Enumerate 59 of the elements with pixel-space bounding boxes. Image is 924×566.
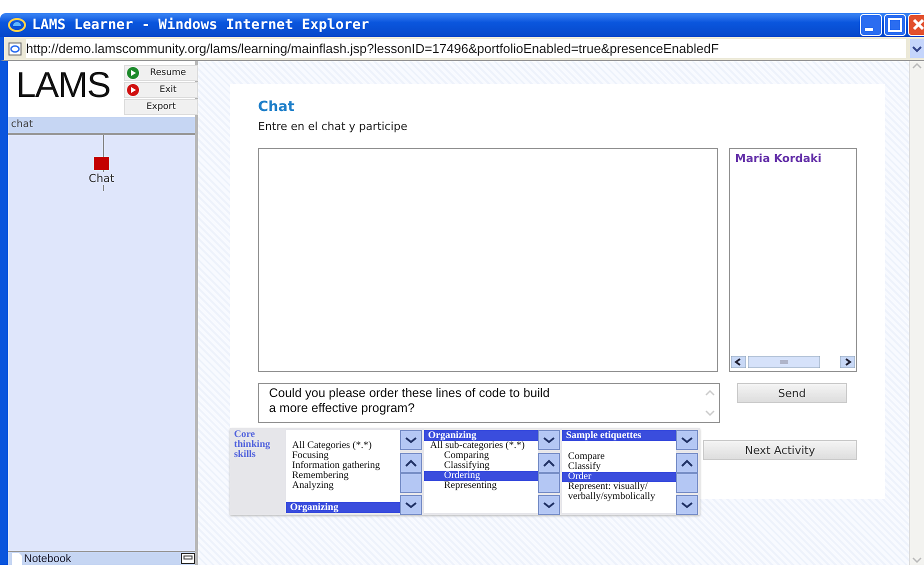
list-option[interactable]: All sub-categories (*.*) xyxy=(424,441,538,451)
activity-title: Chat xyxy=(258,99,296,115)
message-field[interactable]: Could you please order these lines of code to build a more effective program? xyxy=(258,383,720,423)
list-box[interactable]: Organizing All sub-categories (*.*) Comparing Classifying Ordering Representing xyxy=(424,430,538,513)
scroll-right-icon[interactable] xyxy=(840,356,855,368)
window-title: LAMS Learner - Windows Internet Explorer xyxy=(32,17,370,33)
scroll-left-icon[interactable] xyxy=(731,356,746,368)
scroll-down-icon[interactable] xyxy=(400,495,422,515)
user-name: Maria Kordaki xyxy=(735,152,823,165)
activity-label: Chat xyxy=(88,172,116,185)
dropdown-value[interactable]: Organizing xyxy=(286,502,400,513)
window-icon[interactable] xyxy=(181,553,195,564)
toolbar-button[interactable]: Exit xyxy=(124,82,198,98)
list-option[interactable]: Compare xyxy=(562,452,676,462)
browser-logo-icon xyxy=(8,17,26,33)
activity-node[interactable] xyxy=(94,157,109,170)
dropdown-value[interactable]: Organizing xyxy=(424,430,538,441)
list-box[interactable]: All Categories (*.*) Focusing Information gathering Remembering Analyzing Organizing xyxy=(286,430,400,513)
scroll-up-icon[interactable] xyxy=(400,453,422,473)
scrollbar-thumb[interactable] xyxy=(676,473,698,493)
list-option[interactable]: Information gathering xyxy=(286,461,400,471)
scroll-down-icon[interactable] xyxy=(676,495,698,515)
section-label: chat xyxy=(8,117,195,135)
instructions: Entre en el chat y participe xyxy=(258,120,408,133)
list-option[interactable]: Focusing xyxy=(286,451,400,461)
scroll-up-icon[interactable] xyxy=(676,453,698,473)
dropdown-value[interactable]: Sample etiquettes xyxy=(562,430,676,441)
logo: LAMS xyxy=(16,65,110,105)
scroll-down-icon[interactable] xyxy=(538,495,560,515)
run-icon xyxy=(127,67,140,79)
list-option[interactable]: All Categories (*.*) xyxy=(286,441,400,451)
close-icon[interactable] xyxy=(908,14,924,36)
list-option[interactable]: Representing xyxy=(424,481,538,491)
scroll-down-icon xyxy=(912,555,922,565)
address-field[interactable]: http://demo.lamscommunity.org/lams/learning/mainflash.jsp?lessonID=17496&portfolioEnabled=true&presenceEnabledF xyxy=(26,39,906,58)
toolbar-button[interactable]: Export xyxy=(124,99,198,115)
document-icon xyxy=(12,552,22,564)
maximize-icon[interactable] xyxy=(884,14,906,36)
scrollbar-thumb[interactable] xyxy=(538,473,560,493)
list-option[interactable]: Comparing xyxy=(424,451,538,461)
list-option[interactable]: Represent: visually/ verbally/symbolically xyxy=(562,482,676,502)
run-icon xyxy=(127,84,140,96)
scrollbar-thumb[interactable] xyxy=(748,356,820,368)
list-box[interactable]: Sample etiquettes Compare Classify Order Represent: visually/ verbally/symbolically xyxy=(562,430,676,513)
list-option[interactable]: Remembering xyxy=(286,471,400,481)
page-icon xyxy=(8,42,22,56)
minimize-icon[interactable] xyxy=(860,14,882,36)
panel-label: Core thinking skills xyxy=(233,428,272,462)
list-option[interactable]: Ordering xyxy=(424,471,538,481)
scrollbar-thumb[interactable] xyxy=(400,473,422,493)
list-option[interactable]: Classifying xyxy=(424,461,538,471)
scroll-up-icon xyxy=(912,61,922,71)
next-activity-button[interactable]: Next Activity xyxy=(703,440,857,460)
send-button[interactable]: Send xyxy=(737,383,847,403)
scroll-up-icon[interactable] xyxy=(538,453,560,473)
list-option[interactable]: Classify xyxy=(562,462,676,472)
list-option[interactable]: Order xyxy=(562,472,676,482)
list-option[interactable]: Analyzing xyxy=(286,481,400,491)
toolbar-button[interactable]: Resume xyxy=(124,65,198,81)
